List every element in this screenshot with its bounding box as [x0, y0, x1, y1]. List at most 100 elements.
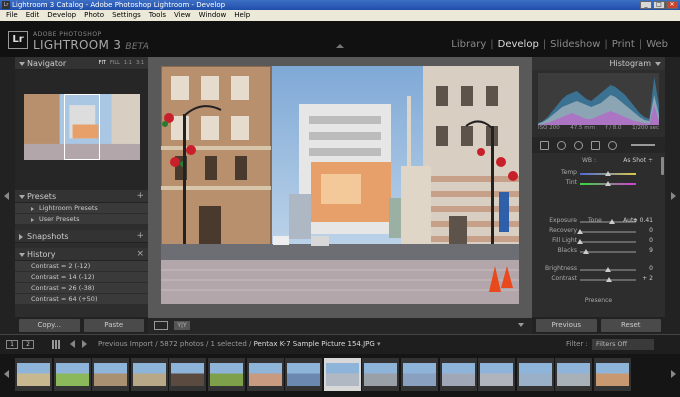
histogram[interactable]: [538, 73, 659, 125]
filmstrip-thumbnail[interactable]: [516, 358, 554, 391]
white-balance-select[interactable]: As Shot ÷: [623, 157, 653, 164]
snapshots-header[interactable]: Snapshots +: [15, 230, 148, 243]
module-print[interactable]: Print: [608, 39, 639, 50]
filmstrip-thumbnail[interactable]: [594, 358, 631, 391]
slider-knob[interactable]: [609, 219, 616, 224]
history-item[interactable]: Contrast = 14 (-12): [15, 272, 148, 283]
history-item[interactable]: Contrast = 26 (-38): [15, 283, 148, 294]
navigator-header[interactable]: Navigator FIT FILL 1:1 3:1: [15, 57, 148, 70]
graduated-filter-icon[interactable]: [591, 140, 600, 150]
red-eye-icon[interactable]: [574, 140, 583, 150]
toolbar-dropdown-icon[interactable]: [518, 323, 524, 327]
menu-view[interactable]: View: [170, 10, 195, 21]
filmstrip-thumbnail[interactable]: [285, 358, 323, 391]
right-panel-scrollbar[interactable]: [661, 157, 664, 175]
adjustment-brush-icon[interactable]: [608, 140, 617, 150]
slider-knob[interactable]: [582, 249, 589, 254]
before-after-button[interactable]: Y|Y: [174, 321, 190, 330]
add-preset-icon[interactable]: +: [136, 190, 144, 203]
filmstrip-thumbnail[interactable]: [92, 358, 130, 391]
collapse-top-arrow-icon[interactable]: [336, 44, 344, 48]
slider-track[interactable]: [580, 249, 636, 254]
module-web[interactable]: Web: [642, 39, 672, 50]
slider-value[interactable]: 0: [649, 265, 653, 272]
slider-value[interactable]: 0: [649, 237, 653, 244]
filmstrip-scroll-right-icon[interactable]: [671, 370, 676, 378]
close-button[interactable]: ✕: [666, 1, 678, 9]
slider-tint[interactable]: Tint: [532, 179, 665, 189]
slider-knob[interactable]: [606, 277, 613, 282]
minimize-button[interactable]: _: [640, 1, 652, 9]
navigator-viewport-frame[interactable]: [64, 94, 100, 160]
loupe-view-icon[interactable]: [154, 321, 168, 330]
filmstrip-thumbnail[interactable]: [362, 358, 400, 391]
back-arrow-icon[interactable]: [70, 340, 75, 348]
filmstrip-scroll-left-icon[interactable]: [4, 370, 9, 378]
filmstrip-source-path[interactable]: Previous Import / 5872 photos / 1 select…: [98, 340, 381, 348]
zoom-fill[interactable]: FILL: [110, 57, 120, 70]
slider-value[interactable]: 0: [649, 227, 653, 234]
previous-button[interactable]: Previous: [536, 319, 597, 332]
zoom-1-1[interactable]: 1:1: [124, 57, 132, 70]
slider-contrast[interactable]: Contrast + 2: [532, 275, 665, 285]
slider-knob[interactable]: [577, 229, 583, 234]
preset-folder-user[interactable]: User Presets: [15, 214, 148, 225]
develop-photo[interactable]: [161, 66, 519, 304]
module-slideshow[interactable]: Slideshow: [546, 39, 604, 50]
history-item[interactable]: Contrast = 2 (-12): [15, 261, 148, 272]
menu-file[interactable]: File: [2, 10, 22, 21]
crop-tool-icon[interactable]: [540, 140, 549, 150]
filmstrip-thumbnail[interactable]: [246, 358, 284, 391]
clear-history-icon[interactable]: ×: [136, 248, 144, 261]
navigator-preview[interactable]: [15, 70, 148, 190]
right-panel-toggle[interactable]: [665, 57, 680, 334]
presets-header[interactable]: Presets +: [15, 190, 148, 203]
primary-window-button[interactable]: 1: [6, 340, 18, 349]
menu-help[interactable]: Help: [230, 10, 254, 21]
zoom-3-1[interactable]: 3:1: [136, 57, 144, 70]
forward-arrow-icon[interactable]: [82, 340, 87, 348]
slider-knob[interactable]: [605, 181, 611, 186]
navigator-thumbnail[interactable]: [24, 94, 140, 160]
filmstrip-thumbnail[interactable]: [169, 358, 207, 391]
menu-edit[interactable]: Edit: [22, 10, 44, 21]
module-develop[interactable]: Develop: [494, 39, 543, 50]
filmstrip-thumbnail[interactable]: [130, 358, 168, 391]
menu-photo[interactable]: Photo: [80, 10, 108, 21]
slider-track[interactable]: [580, 267, 636, 272]
paste-button[interactable]: Paste: [83, 319, 144, 332]
filmstrip-thumbnail[interactable]: [208, 358, 245, 391]
slider-track[interactable]: [580, 171, 636, 176]
slider-track[interactable]: [577, 229, 636, 234]
slider-track[interactable]: [577, 239, 636, 244]
history-item[interactable]: Contrast = 64 (+50): [15, 294, 148, 305]
filmstrip-thumbnail[interactable]: [439, 358, 477, 391]
menu-window[interactable]: Window: [195, 10, 231, 21]
slider-track[interactable]: [580, 181, 636, 186]
filmstrip-thumbnail[interactable]: [323, 358, 361, 391]
tool-slider[interactable]: [631, 144, 655, 146]
slider-blacks[interactable]: Blacks 9: [532, 247, 665, 257]
secondary-window-button[interactable]: 2: [22, 340, 34, 349]
history-header[interactable]: History ×: [15, 248, 148, 261]
auto-tone-button[interactable]: Auto: [623, 217, 637, 224]
filmstrip-thumbnail[interactable]: [478, 358, 516, 391]
slider-value[interactable]: + 2: [642, 275, 653, 282]
left-panel-toggle[interactable]: [0, 57, 15, 334]
histogram-header[interactable]: Histogram: [532, 57, 665, 70]
copy-button[interactable]: Copy...: [19, 319, 80, 332]
menu-tools[interactable]: Tools: [145, 10, 170, 21]
slider-recovery[interactable]: Recovery 0: [532, 227, 665, 237]
module-library[interactable]: Library: [447, 39, 490, 50]
slider-brightness[interactable]: Brightness 0: [532, 265, 665, 275]
filmstrip-thumbnail[interactable]: [53, 358, 91, 391]
slider-track[interactable]: [580, 277, 636, 282]
menu-settings[interactable]: Settings: [108, 10, 145, 21]
menu-develop[interactable]: Develop: [43, 10, 80, 21]
add-snapshot-icon[interactable]: +: [136, 230, 144, 243]
zoom-fit[interactable]: FIT: [99, 57, 106, 70]
slider-temp[interactable]: Temp: [532, 169, 665, 179]
grid-view-icon[interactable]: [52, 340, 61, 349]
spot-removal-icon[interactable]: [557, 140, 566, 150]
filmstrip-thumbnail[interactable]: [15, 358, 52, 391]
